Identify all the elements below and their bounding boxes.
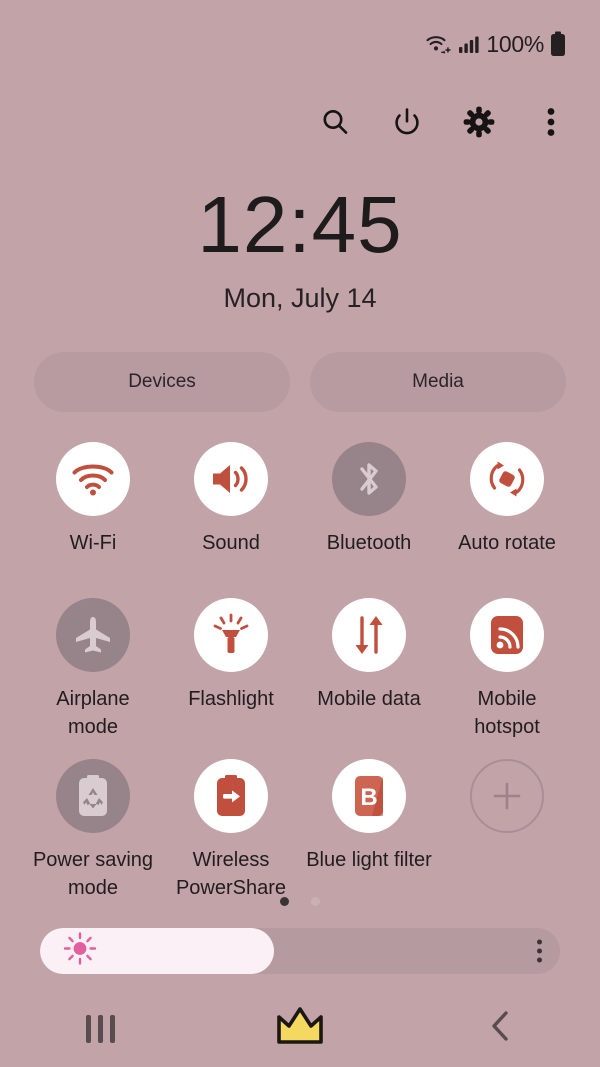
brightness-track[interactable] bbox=[40, 928, 560, 974]
blue-light-filter-icon: B bbox=[332, 759, 406, 833]
toggle-label: Mobile hotspot bbox=[474, 688, 540, 738]
toggle-bluetooth[interactable]: Bluetooth bbox=[300, 442, 438, 592]
quick-action-icon-row bbox=[0, 90, 600, 154]
toggle-mobile-hotspot[interactable]: Mobile hotspot bbox=[438, 598, 576, 753]
hotspot-icon bbox=[470, 598, 544, 672]
more-options-icon[interactable] bbox=[534, 105, 568, 139]
quick-toggle-grid: Wi-Fi Sound Bluetooth Auto rotate Airpla… bbox=[24, 442, 576, 909]
back-chevron-icon bbox=[487, 1009, 513, 1048]
wifi-calling-icon bbox=[425, 32, 452, 56]
toggle-label: Wi-Fi bbox=[69, 532, 117, 554]
page-dot-2[interactable] bbox=[311, 897, 320, 906]
svg-text:B: B bbox=[360, 784, 377, 811]
power-icon[interactable] bbox=[390, 105, 424, 139]
recents-icon bbox=[85, 1014, 115, 1043]
toggle-power-saving-mode[interactable]: Power saving mode bbox=[24, 759, 162, 909]
toggle-label: Power saving mode bbox=[32, 849, 154, 899]
brightness-sun-icon bbox=[63, 932, 97, 971]
search-icon[interactable] bbox=[318, 105, 352, 139]
sound-icon bbox=[194, 442, 268, 516]
cellular-signal-icon bbox=[458, 33, 480, 55]
battery-full-icon bbox=[550, 31, 566, 57]
clock-time: 12:45 bbox=[197, 180, 403, 269]
navigation-bar bbox=[0, 990, 600, 1067]
brightness-slider[interactable] bbox=[40, 928, 560, 974]
toggle-flashlight[interactable]: Flashlight bbox=[162, 598, 300, 753]
toggle-label: Bluetooth bbox=[326, 532, 412, 554]
devices-media-row: Devices Media bbox=[34, 352, 566, 412]
quick-settings-panel: 100% 12:45 Mon, July 14 Devices Media Wi… bbox=[0, 0, 600, 1067]
toggle-label: Flashlight bbox=[188, 688, 274, 710]
add-icon bbox=[470, 759, 544, 833]
clock-date: Mon, July 14 bbox=[223, 283, 377, 313]
flashlight-icon bbox=[194, 598, 268, 672]
page-indicator bbox=[0, 897, 600, 906]
recents-button[interactable] bbox=[40, 999, 160, 1059]
auto-rotate-icon bbox=[470, 442, 544, 516]
mobile-data-icon bbox=[332, 598, 406, 672]
status-bar: 100% bbox=[0, 0, 600, 88]
bluetooth-icon bbox=[332, 442, 406, 516]
crown-home-icon bbox=[274, 1004, 326, 1053]
toggle-label: Blue light filter bbox=[306, 849, 432, 871]
wifi-icon bbox=[56, 442, 130, 516]
toggle-wireless-powershare[interactable]: Wireless PowerShare bbox=[162, 759, 300, 909]
wireless-powershare-icon bbox=[194, 759, 268, 833]
devices-button[interactable]: Devices bbox=[34, 352, 290, 412]
power-saving-icon bbox=[56, 759, 130, 833]
toggle-blue-light-filter[interactable]: B Blue light filter bbox=[300, 759, 438, 909]
battery-percent-label: 100% bbox=[486, 30, 544, 57]
page-dot-1[interactable] bbox=[280, 897, 289, 906]
toggle-label: Airplane mode bbox=[56, 688, 130, 738]
settings-icon[interactable] bbox=[462, 105, 496, 139]
toggle-airplane-mode[interactable]: Airplane mode bbox=[24, 598, 162, 753]
back-button[interactable] bbox=[440, 999, 560, 1059]
toggle-label: Mobile data bbox=[317, 688, 421, 710]
toggle-auto-rotate[interactable]: Auto rotate bbox=[438, 442, 576, 592]
toggle-mobile-data[interactable]: Mobile data bbox=[300, 598, 438, 753]
add-button-tile[interactable] bbox=[438, 759, 576, 909]
clock-widget[interactable]: 12:45 Mon, July 14 bbox=[0, 185, 600, 314]
slider-more-options-icon[interactable] bbox=[537, 939, 542, 963]
toggle-sound[interactable]: Sound bbox=[162, 442, 300, 592]
toggle-label: Sound bbox=[202, 532, 260, 554]
toggle-label: Auto rotate bbox=[458, 532, 556, 554]
airplane-icon bbox=[56, 598, 130, 672]
home-button[interactable] bbox=[240, 999, 360, 1059]
toggle-label: Wireless PowerShare bbox=[175, 849, 287, 899]
toggle-wifi[interactable]: Wi-Fi bbox=[24, 442, 162, 592]
media-button[interactable]: Media bbox=[310, 352, 566, 412]
